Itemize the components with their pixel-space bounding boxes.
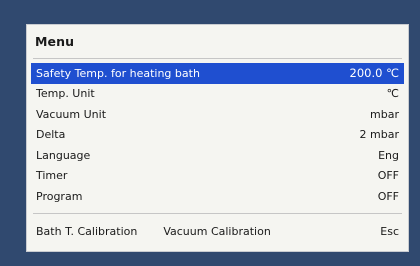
menu-item-safety-temp[interactable]: Safety Temp. for heating bath 200.0 ℃ — [31, 63, 404, 84]
menu-list: Safety Temp. for heating bath 200.0 ℃ Te… — [31, 63, 404, 207]
menu-item-value: 200.0 ℃ — [349, 66, 400, 81]
menu-item-label: Vacuum Unit — [36, 107, 107, 121]
softkey-bar: Bath T. Calibration Vacuum Calibration E… — [36, 222, 399, 240]
device-bezel: Menu Safety Temp. for heating bath 200.0… — [0, 0, 420, 266]
menu-item-value: Eng — [378, 148, 399, 162]
menu-item-value: OFF — [377, 189, 399, 203]
menu-item-label: Timer — [36, 169, 68, 183]
menu-item-vacuum-unit[interactable]: Vacuum Unit mbar — [31, 104, 404, 125]
title-divider — [33, 58, 402, 59]
softkey-divider — [33, 213, 402, 214]
menu-item-value: 2 mbar — [359, 128, 399, 142]
menu-item-language[interactable]: Language Eng — [31, 145, 404, 166]
menu-item-program[interactable]: Program OFF — [31, 186, 404, 207]
menu-item-label: Safety Temp. for heating bath — [36, 66, 200, 80]
menu-item-value: OFF — [377, 169, 399, 183]
menu-item-delta[interactable]: Delta 2 mbar — [31, 125, 404, 146]
escape-button[interactable]: Esc — [380, 225, 399, 238]
bath-calibration-button[interactable]: Bath T. Calibration — [36, 225, 137, 238]
vacuum-calibration-button[interactable]: Vacuum Calibration — [163, 225, 270, 238]
menu-screen: Menu Safety Temp. for heating bath 200.0… — [26, 24, 409, 252]
menu-item-label: Program — [36, 189, 83, 203]
menu-item-timer[interactable]: Timer OFF — [31, 166, 404, 187]
menu-item-label: Temp. Unit — [36, 87, 95, 101]
menu-title: Menu — [35, 34, 75, 49]
menu-item-value: ℃ — [386, 87, 399, 101]
menu-item-value: mbar — [370, 107, 399, 121]
menu-item-label: Language — [36, 148, 91, 162]
menu-item-temp-unit[interactable]: Temp. Unit ℃ — [31, 84, 404, 105]
menu-item-label: Delta — [36, 128, 66, 142]
